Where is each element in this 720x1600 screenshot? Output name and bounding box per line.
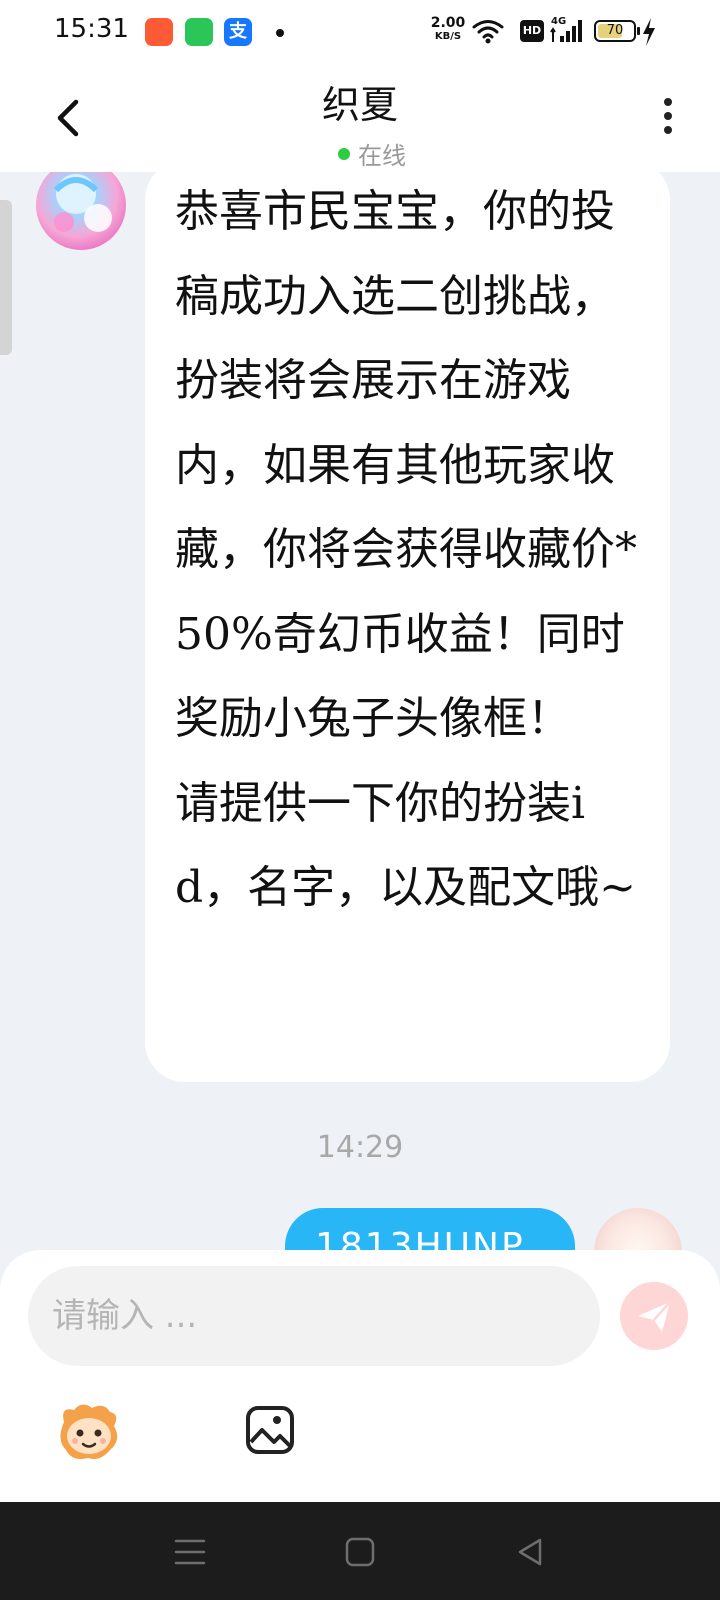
- hd-badge: HD: [520, 20, 544, 42]
- chat-header: 织夏 在线: [0, 64, 720, 172]
- app-notification-icon: [145, 18, 173, 46]
- network-speed-unit: KB/S: [434, 31, 462, 42]
- message-input[interactable]: [28, 1266, 600, 1366]
- user-avatar[interactable]: [594, 1208, 682, 1250]
- message-composer: [0, 1250, 720, 1502]
- wifi-icon: [472, 20, 504, 44]
- back-button[interactable]: [46, 94, 94, 142]
- charging-icon: [643, 18, 655, 46]
- more-dot-icon: [664, 126, 672, 134]
- home-button[interactable]: [342, 1534, 378, 1570]
- image-picker-button[interactable]: [244, 1404, 296, 1456]
- incoming-message-bubble[interactable]: 恭喜市民宝宝，你的投稿成功入选二创挑战，扮装将会展示在游戏内，如果有其他玩家收藏…: [145, 172, 670, 1082]
- more-options-button[interactable]: [656, 94, 680, 142]
- network-speed-value: 2.00: [430, 15, 466, 31]
- chat-title: 织夏: [321, 83, 398, 127]
- battery-icon: 70: [594, 20, 636, 42]
- online-status-text: 在线: [358, 142, 406, 170]
- message-app-icon: [185, 18, 213, 46]
- sticker-mascot-button[interactable]: [56, 1400, 122, 1462]
- system-navigation-bar: [0, 1502, 720, 1600]
- contact-avatar-art: [53, 174, 112, 232]
- signal-icon: [550, 20, 582, 42]
- more-dot-icon: [664, 112, 672, 120]
- battery-tip: [637, 27, 640, 35]
- chat-messages[interactable]: 恭喜市民宝宝，你的投稿成功入选二创挑战，扮装将会展示在游戏内，如果有其他玩家收藏…: [0, 172, 720, 1250]
- network-speed: 2.00 KB/S: [426, 15, 470, 43]
- send-icon: [638, 1301, 671, 1332]
- message-timestamp: 14:29: [316, 1130, 404, 1165]
- more-dot-icon: [664, 98, 672, 106]
- notification-dot-icon: [276, 29, 284, 37]
- system-back-button[interactable]: [512, 1534, 548, 1570]
- status-bar: 15:31 支 2.00 KB/S HD 4G 70: [0, 0, 720, 64]
- online-dot-icon: [338, 148, 350, 160]
- alipay-icon: 支: [224, 18, 252, 46]
- outgoing-message-bubble[interactable]: 1813HUNP: [285, 1208, 575, 1250]
- send-button[interactable]: [620, 1282, 688, 1350]
- outgoing-message-text: 1813HUNP: [315, 1226, 525, 1250]
- scrollbar-thumb[interactable]: [0, 200, 12, 355]
- status-time: 15:31: [54, 14, 129, 44]
- recent-apps-button[interactable]: [172, 1534, 208, 1570]
- battery-level: 70: [606, 23, 624, 38]
- incoming-message-text: 恭喜市民宝宝，你的投稿成功入选二创挑战，扮装将会展示在游戏内，如果有其他玩家收藏…: [175, 186, 637, 913]
- contact-avatar[interactable]: [36, 172, 126, 250]
